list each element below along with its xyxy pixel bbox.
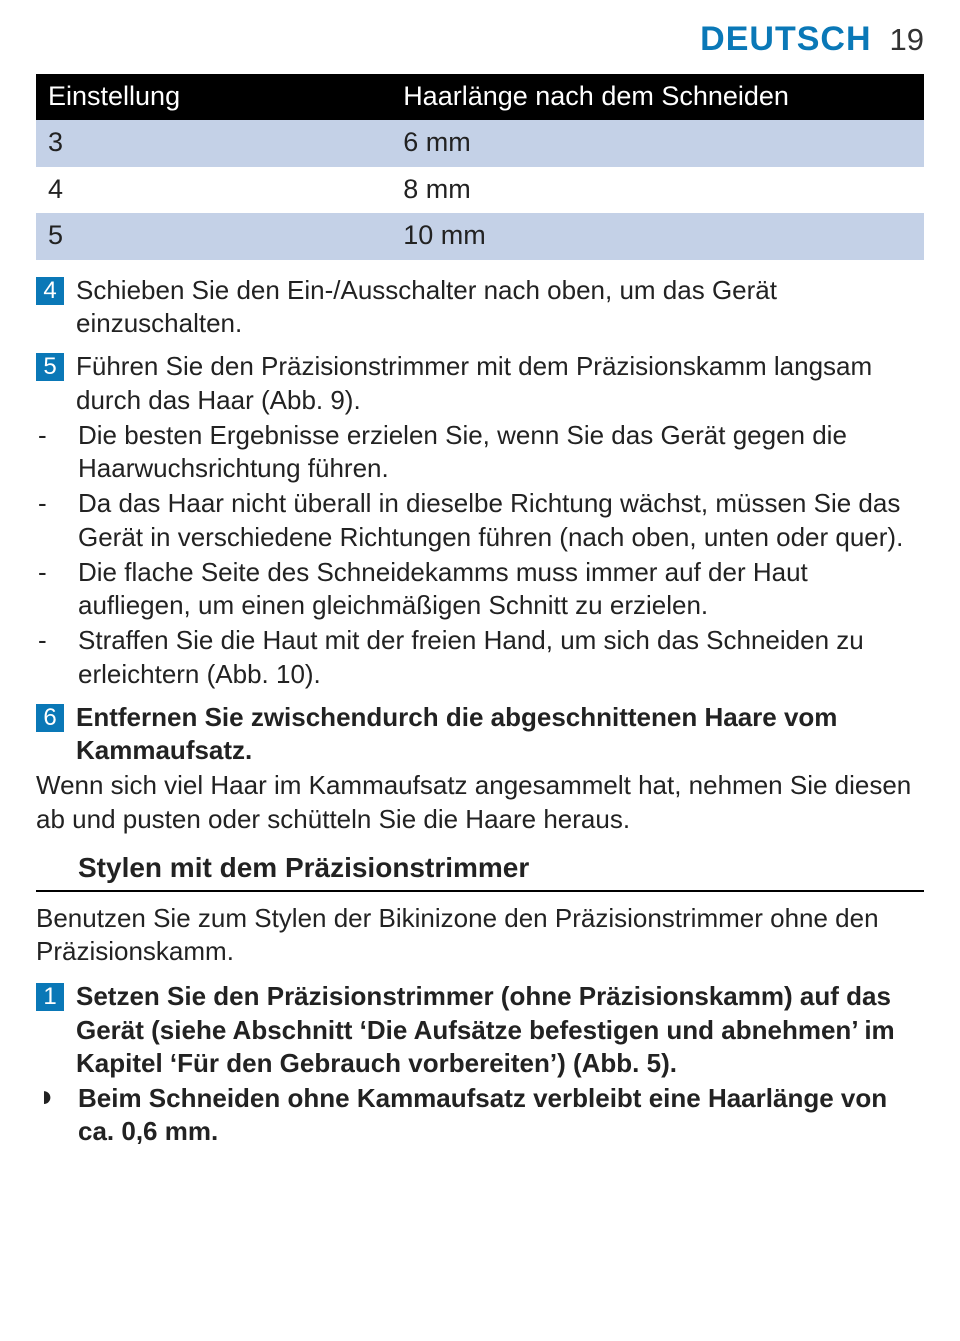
header-page-number: 19	[890, 20, 924, 60]
page: DEUTSCH 19 Einstellung Haarlänge nach de…	[0, 0, 960, 1179]
step-text: Entfernen Sie zwischendurch die abgeschn…	[76, 701, 924, 768]
table-cell-setting: 5	[36, 213, 391, 260]
list-item-text: Da das Haar nicht überall in dieselbe Ri…	[78, 487, 924, 554]
table-row: 3 6 mm	[36, 120, 924, 167]
list-item: - Die besten Ergebnisse erzielen Sie, we…	[36, 419, 924, 486]
step-text: Setzen Sie den Präzisionstrimmer (ohne P…	[76, 980, 924, 1080]
table-row: 5 10 mm	[36, 213, 924, 260]
table-header-setting: Einstellung	[36, 74, 391, 121]
table-header-row: Einstellung Haarlänge nach dem Schneiden	[36, 74, 924, 121]
list-item: - Straffen Sie die Haut mit der freien H…	[36, 624, 924, 691]
step-4: 4 Schieben Sie den Ein-/Ausschalter nach…	[36, 274, 924, 341]
table-cell-setting: 4	[36, 167, 391, 214]
step-text: Schieben Sie den Ein-/Ausschalter nach o…	[76, 274, 924, 341]
dash-icon: -	[36, 624, 78, 657]
table-cell-setting: 3	[36, 120, 391, 167]
step-5: 5 Führen Sie den Präzisionstrimmer mit d…	[36, 350, 924, 417]
step-6-followup: Wenn sich viel Haar im Kammaufsatz anges…	[36, 769, 924, 836]
list-item-text: Straffen Sie die Haut mit der freien Han…	[78, 624, 924, 691]
table-cell-length: 6 mm	[391, 120, 924, 167]
step-number-badge: 5	[36, 353, 64, 381]
settings-table: Einstellung Haarlänge nach dem Schneiden…	[36, 74, 924, 260]
d-bullet-icon: ◗	[36, 1082, 78, 1112]
table-header-length: Haarlänge nach dem Schneiden	[391, 74, 924, 121]
step-number-badge: 4	[36, 277, 64, 305]
header-language: DEUTSCH	[700, 18, 871, 62]
dash-icon: -	[36, 556, 78, 589]
note-text: Beim Schneiden ohne Kammaufsatz verbleib…	[78, 1082, 924, 1149]
section-intro: Benutzen Sie zum Stylen der Bikinizone d…	[36, 902, 924, 969]
subheading: Stylen mit dem Präzisionstrimmer	[78, 850, 924, 886]
list-item-text: Die besten Ergebnisse erzielen Sie, wenn…	[78, 419, 924, 486]
step-6: 6 Entfernen Sie zwischendurch die abgesc…	[36, 701, 924, 768]
step-number-badge: 6	[36, 704, 64, 732]
step-text: Führen Sie den Präzisionstrimmer mit dem…	[76, 350, 924, 417]
dash-icon: -	[36, 419, 78, 452]
dash-icon: -	[36, 487, 78, 520]
subheading-container: Stylen mit dem Präzisionstrimmer	[36, 850, 924, 892]
step-1: 1 Setzen Sie den Präzisionstrimmer (ohne…	[36, 980, 924, 1080]
note: ◗ Beim Schneiden ohne Kammaufsatz verble…	[36, 1082, 924, 1149]
list-item: - Die flache Seite des Schneidekamms mus…	[36, 556, 924, 623]
table-cell-length: 8 mm	[391, 167, 924, 214]
tips-list: - Die besten Ergebnisse erzielen Sie, we…	[36, 419, 924, 691]
step-number-badge: 1	[36, 983, 64, 1011]
table-row: 4 8 mm	[36, 167, 924, 214]
table-cell-length: 10 mm	[391, 213, 924, 260]
list-item: - Da das Haar nicht überall in dieselbe …	[36, 487, 924, 554]
list-item-text: Die flache Seite des Schneidekamms muss …	[78, 556, 924, 623]
page-header: DEUTSCH 19	[36, 18, 924, 62]
